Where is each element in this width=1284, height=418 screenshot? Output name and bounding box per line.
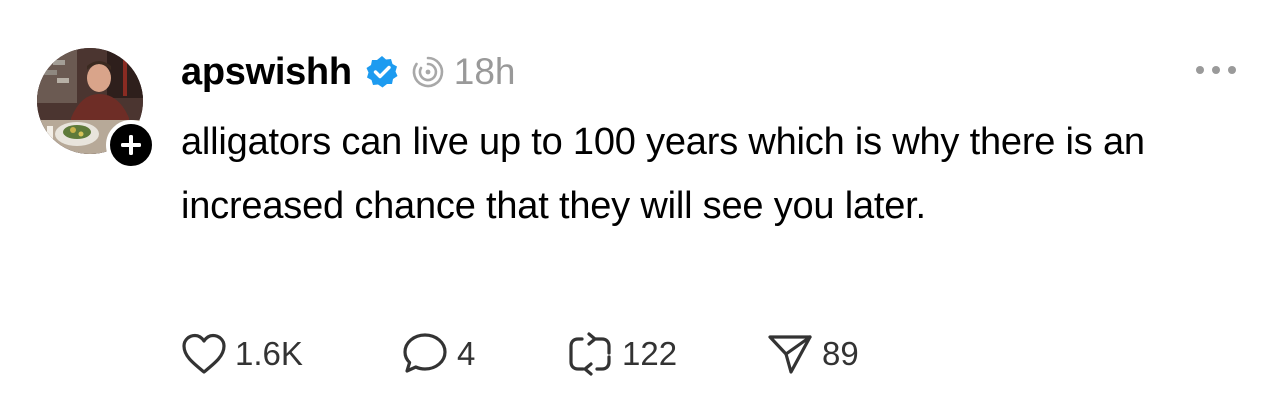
plus-icon <box>121 135 141 155</box>
comment-icon <box>403 333 447 373</box>
post-header: apswishh 18h <box>181 46 516 98</box>
share-button[interactable]: 89 <box>766 331 906 377</box>
post-body-text: alligators can live up to 100 years whic… <box>181 121 1145 227</box>
follow-button[interactable] <box>106 120 156 170</box>
repost-icon <box>569 332 611 376</box>
repost-count: 122 <box>622 335 678 372</box>
reply-count: 4 <box>457 335 476 372</box>
verified-badge-icon <box>364 54 400 90</box>
share-count: 89 <box>822 335 859 372</box>
like-button[interactable]: 1.6K <box>181 332 401 376</box>
post-actions: 1.6K 4 122 89 <box>181 326 906 382</box>
username[interactable]: apswishh <box>181 51 352 94</box>
reply-button[interactable]: 4 <box>401 331 566 377</box>
more-options-icon[interactable] <box>1192 58 1240 82</box>
heart-icon <box>182 333 226 374</box>
thread-indicator-icon <box>410 54 446 90</box>
send-icon <box>768 335 812 374</box>
avatar-container <box>37 48 156 170</box>
repost-button[interactable]: 122 <box>566 331 766 377</box>
threads-post: apswishh 18h alligators can live up to 1… <box>0 0 1284 418</box>
like-count: 1.6K <box>235 335 303 372</box>
post-timestamp: 18h <box>453 51 516 92</box>
